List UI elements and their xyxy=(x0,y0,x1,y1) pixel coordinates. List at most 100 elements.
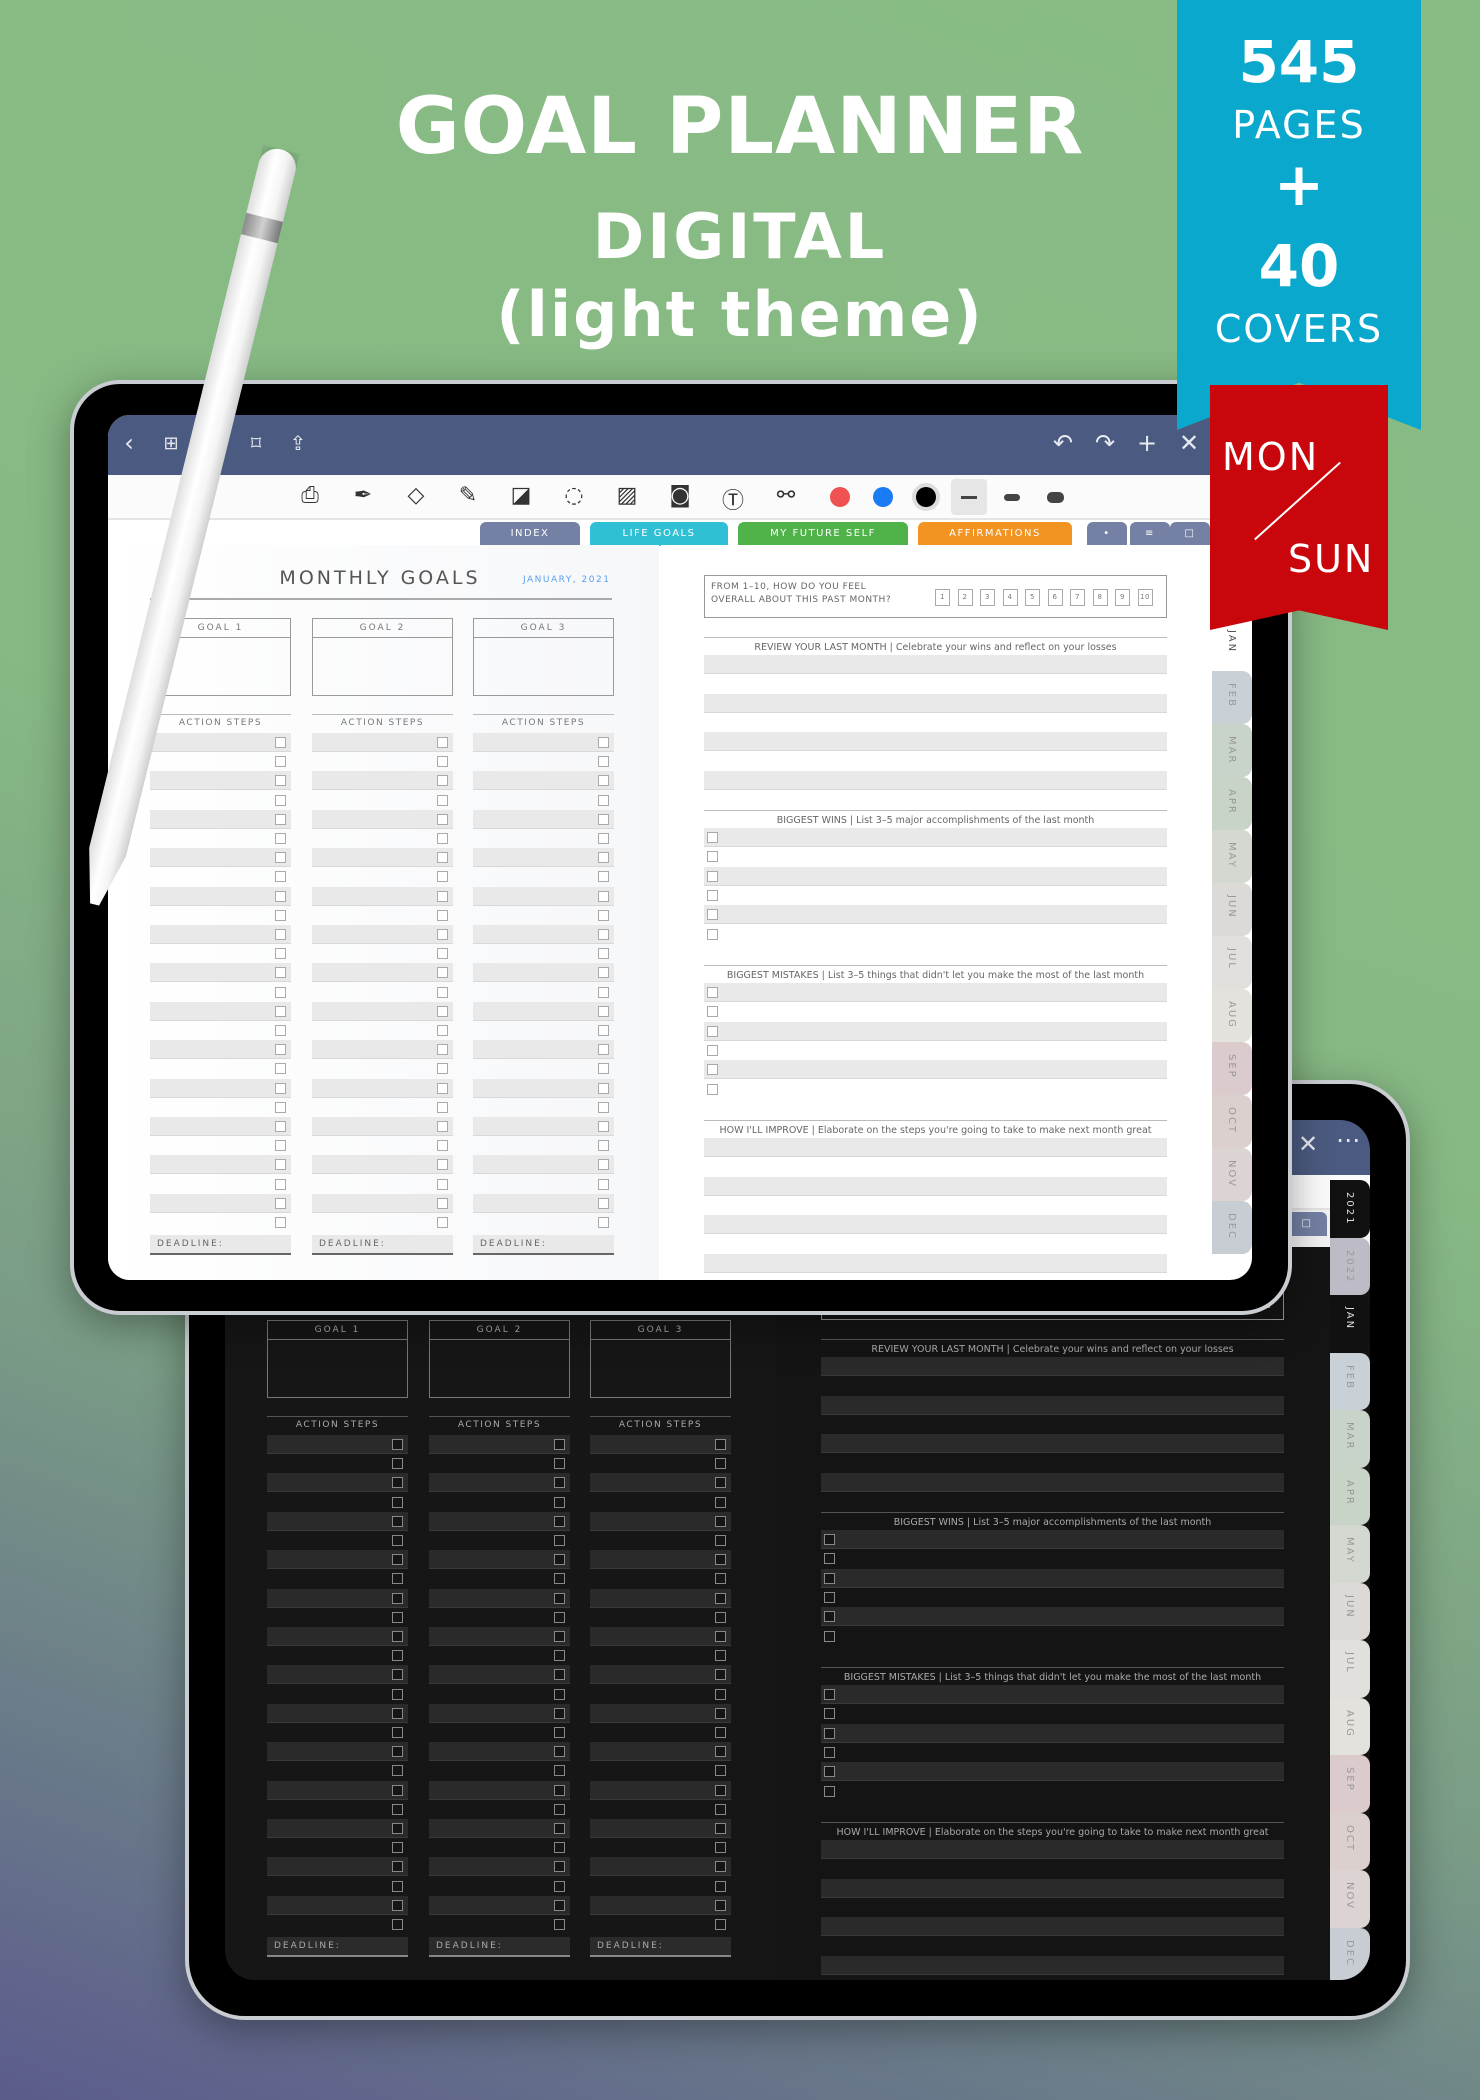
checkbox[interactable] xyxy=(554,1631,565,1642)
rating-option[interactable]: 9 xyxy=(1115,589,1130,606)
action-step-row[interactable] xyxy=(150,1193,291,1213)
review-row[interactable] xyxy=(821,1454,1284,1473)
review-row[interactable] xyxy=(704,693,1167,713)
checkbox[interactable] xyxy=(715,1880,726,1892)
action-step-row[interactable] xyxy=(473,733,614,752)
checkbox[interactable] xyxy=(275,871,286,883)
action-step-row[interactable] xyxy=(473,1059,614,1078)
action-step-row[interactable] xyxy=(590,1877,731,1896)
month-tab-mar[interactable]: MAR xyxy=(1330,1410,1370,1468)
improve-row[interactable] xyxy=(704,1176,1167,1196)
action-step-row[interactable] xyxy=(429,1454,570,1473)
color-blue[interactable] xyxy=(873,487,893,507)
stroke-medium[interactable] xyxy=(1004,494,1020,501)
tab-index[interactable]: INDEX xyxy=(480,522,580,546)
wins-row[interactable] xyxy=(821,1627,1284,1646)
action-step-row[interactable] xyxy=(429,1473,570,1493)
review-row[interactable] xyxy=(821,1395,1284,1415)
checkbox[interactable] xyxy=(392,1650,403,1662)
checkbox[interactable] xyxy=(275,986,286,998)
action-step-row[interactable] xyxy=(429,1665,570,1685)
month-tab-dec[interactable]: DEC xyxy=(1330,1927,1370,1980)
action-step-row[interactable] xyxy=(429,1569,570,1588)
checkbox[interactable] xyxy=(275,1044,286,1056)
action-step-row[interactable] xyxy=(312,886,453,906)
checkbox[interactable] xyxy=(715,1611,726,1623)
checkbox[interactable] xyxy=(715,1573,726,1585)
checkbox[interactable] xyxy=(437,1063,448,1075)
improve-row[interactable] xyxy=(704,1235,1167,1254)
image-icon[interactable]: ▨ xyxy=(612,483,642,508)
action-step-row[interactable] xyxy=(267,1665,408,1685)
checkbox[interactable] xyxy=(715,1899,726,1911)
checkbox[interactable] xyxy=(715,1746,726,1758)
review-row[interactable] xyxy=(704,655,1167,674)
action-step-row[interactable] xyxy=(473,944,614,963)
action-step-row[interactable] xyxy=(473,1098,614,1117)
checkbox[interactable] xyxy=(715,1515,726,1527)
action-step-row[interactable] xyxy=(150,1059,291,1078)
checkbox[interactable] xyxy=(707,987,718,998)
checkbox[interactable] xyxy=(598,1044,609,1056)
review-row[interactable] xyxy=(704,770,1167,790)
checkbox[interactable] xyxy=(392,1899,403,1911)
improve-row[interactable] xyxy=(821,1898,1284,1917)
tab-square[interactable]: □ xyxy=(1170,522,1210,546)
checkbox[interactable] xyxy=(824,1630,835,1642)
checkbox[interactable] xyxy=(275,890,286,902)
checkbox[interactable] xyxy=(707,1083,718,1095)
tab-square[interactable]: □ xyxy=(1287,1212,1327,1236)
action-step-row[interactable] xyxy=(429,1877,570,1896)
bookmark-icon[interactable]: ⌑ xyxy=(241,431,271,455)
checkbox[interactable] xyxy=(437,1121,448,1132)
checkbox[interactable] xyxy=(707,889,718,901)
action-step-row[interactable] xyxy=(312,733,453,752)
goal-box[interactable]: GOAL 3 xyxy=(473,618,614,696)
action-step-row[interactable] xyxy=(150,1001,291,1021)
action-step-row[interactable] xyxy=(590,1511,731,1531)
deadline-field[interactable]: DEADLINE: xyxy=(590,1937,731,1957)
review-row[interactable] xyxy=(821,1472,1284,1492)
camera-icon[interactable]: ◙ xyxy=(665,483,695,508)
checkbox[interactable] xyxy=(707,1006,718,1018)
action-step-row[interactable] xyxy=(473,886,614,906)
checkbox[interactable] xyxy=(392,1611,403,1623)
checkbox[interactable] xyxy=(715,1669,726,1681)
action-step-row[interactable] xyxy=(473,1136,614,1155)
checkbox[interactable] xyxy=(598,1063,609,1075)
action-step-row[interactable] xyxy=(150,1040,291,1060)
wins-row[interactable] xyxy=(821,1568,1284,1588)
action-step-row[interactable] xyxy=(150,752,291,771)
checkbox[interactable] xyxy=(437,1159,448,1171)
checkbox[interactable] xyxy=(275,909,286,921)
checkbox[interactable] xyxy=(715,1707,726,1719)
action-step-row[interactable] xyxy=(590,1742,731,1762)
checkbox[interactable] xyxy=(715,1439,726,1450)
action-step-row[interactable] xyxy=(312,867,453,886)
checkbox[interactable] xyxy=(824,1572,835,1584)
lasso-icon[interactable]: ◌ xyxy=(559,483,589,508)
mistakes-row[interactable] xyxy=(704,1060,1167,1080)
checkbox[interactable] xyxy=(275,852,286,864)
checkbox[interactable] xyxy=(824,1766,835,1778)
checkbox[interactable] xyxy=(715,1727,726,1738)
action-step-row[interactable] xyxy=(150,1175,291,1194)
action-step-row[interactable] xyxy=(150,771,291,791)
checkbox[interactable] xyxy=(392,1861,403,1873)
checkbox[interactable] xyxy=(554,1554,565,1566)
wins-row[interactable] xyxy=(704,847,1167,866)
checkbox[interactable] xyxy=(437,794,448,806)
checkbox[interactable] xyxy=(707,928,718,940)
review-row[interactable] xyxy=(704,752,1167,771)
checkbox[interactable] xyxy=(715,1842,726,1854)
action-step-row[interactable] xyxy=(473,771,614,791)
review-row[interactable] xyxy=(704,713,1167,732)
action-step-row[interactable] xyxy=(473,1213,614,1232)
action-step-row[interactable] xyxy=(312,848,453,868)
checkbox[interactable] xyxy=(824,1727,835,1739)
checkbox[interactable] xyxy=(437,756,448,768)
checkbox[interactable] xyxy=(275,1159,286,1171)
checkbox[interactable] xyxy=(392,1823,403,1834)
checkbox[interactable] xyxy=(598,1082,609,1094)
action-step-row[interactable] xyxy=(150,848,291,868)
